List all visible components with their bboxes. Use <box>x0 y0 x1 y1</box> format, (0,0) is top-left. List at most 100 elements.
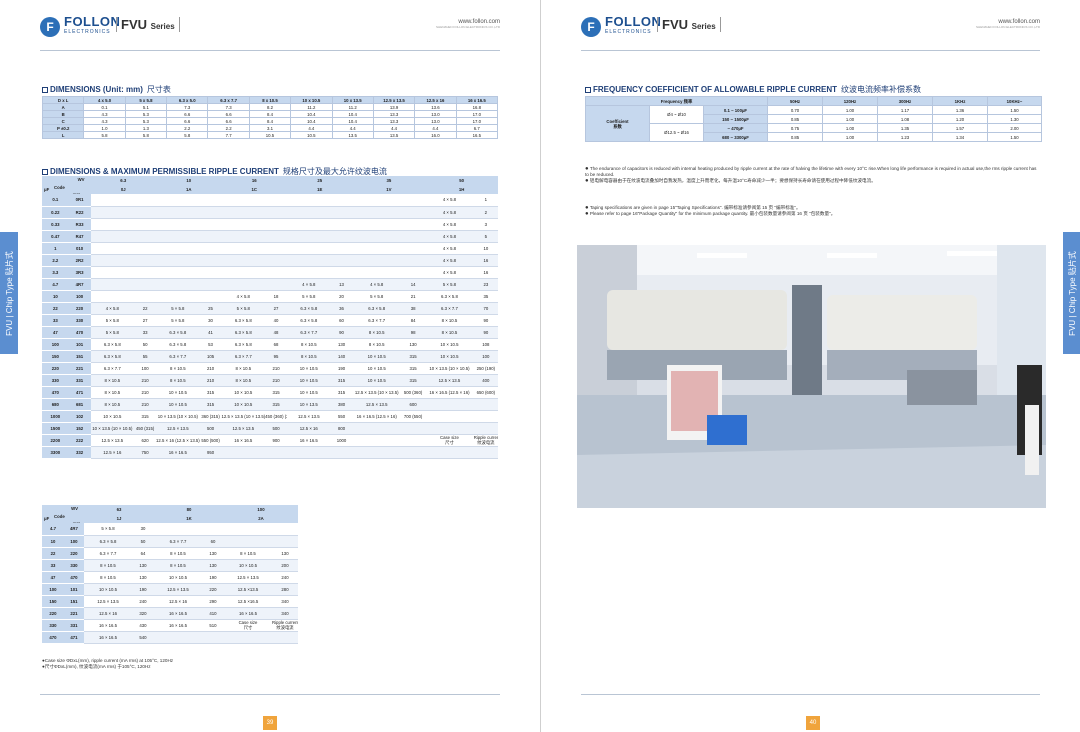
coefficient-value: 2.00 <box>987 123 1042 133</box>
capacitance-cell: 2200 <box>42 434 69 447</box>
case-size-cell: 10 × 10.5 <box>286 374 331 387</box>
follon-logo: F FOLLON ELECTRONICS <box>40 15 120 37</box>
coefficient-value: 1.08 <box>877 114 933 124</box>
ripple-current-cell: 40 <box>265 314 287 327</box>
dimensions-cell: 5.3 <box>124 110 168 118</box>
dimensions-cell: 11.2 <box>331 103 374 111</box>
dimensions-header-size: 12.5 x 13.5 <box>372 96 416 104</box>
case-size-cell: 6.3 × 7.7 <box>221 350 266 363</box>
case-size-cell: 4 × 5.8 <box>90 302 135 315</box>
ripple-current-cell: 20 <box>330 290 353 303</box>
cap-code-cell: 220 <box>64 547 84 560</box>
dimensions-title-en: DIMENSIONS (Unit: mm) <box>50 85 143 94</box>
case-size-cell <box>156 290 200 303</box>
coefficient-value: 1.20 <box>932 114 988 124</box>
logo-mark-icon: F <box>40 16 60 37</box>
case-size-cell: 6.3 × 5.8 <box>90 338 135 351</box>
capacitance-cell: 100 <box>42 583 64 596</box>
frequency-row: Ø12.5 ~ Ø16 ~ 470µF 0.75 1.00 1.35 1.57 2.00 <box>586 123 1042 142</box>
t1-row: 470 471 8 × 10.5 210 10 × 10.5 315 10 × 10.5 31… <box>42 386 498 399</box>
note-package: ● Please refer to page 16"Package Quanti… <box>585 211 836 217</box>
capacitance-cell: 22 <box>42 547 64 560</box>
t1-row: 0.47 R47 4 × 5.8 5 <box>42 230 498 243</box>
case-size-cell: 6.3 × 5.8 <box>156 338 200 351</box>
ripple-current-cell <box>265 194 287 207</box>
case-size-cell: 6.3 × 7.7 <box>156 350 200 363</box>
case-size-cell <box>352 194 401 207</box>
t2-voltage-header: 63 <box>84 505 154 514</box>
t1-voltage-header: 16 <box>221 176 287 185</box>
case-size-cell: 12.5 × 13.5 <box>84 595 132 608</box>
case-size-cell: 10 × 13.5 (10 × 10.5) <box>425 362 474 375</box>
ripple-current-cell: 23 <box>473 278 498 291</box>
ripple-current-cell <box>199 230 222 243</box>
t2-voltage-header: 80 <box>154 505 224 514</box>
t1-row: 2200 222 12.5 × 13.5 620 12.5 × 16 (12.5 × 1… <box>42 434 498 447</box>
t2-row: 470 471 16 × 16.5 540 <box>42 631 299 644</box>
capacitance-cell: 47 <box>42 326 69 339</box>
dimensions-cell: 5.3 <box>124 117 168 125</box>
cap-code-cell: 681 <box>68 398 91 411</box>
t1-voltage-header: 35 <box>352 176 426 185</box>
case-size-cell: 8 × 10.5 <box>90 374 135 387</box>
coefficient-value: 0.75 <box>767 123 823 133</box>
ripple-current-cell <box>134 242 156 255</box>
capacitance-cell: 22 <box>42 302 69 315</box>
ripple-current-cell <box>265 254 287 267</box>
t1-voltage-header: 10 <box>156 176 222 185</box>
dimensions-cell: 6.6 <box>207 117 250 125</box>
case-size-cell <box>352 242 401 255</box>
dimensions-cell: 5.8 <box>166 131 209 139</box>
cap-code-cell: 151 <box>68 350 91 363</box>
dimensions-cell: 6.6 <box>207 110 250 118</box>
ripple-current-cell <box>473 398 498 411</box>
case-size-cell <box>221 254 266 267</box>
ripple-title-en: DIMENSIONS & MAXIMUM PERMISSIBLE RIPPLE … <box>50 167 279 176</box>
case-size-cell: 12.5 × 13.5 <box>221 422 266 435</box>
case-size-cell: 4 × 5.8 <box>352 278 401 291</box>
ripple-current-cell <box>400 242 426 255</box>
ripple-current-cell: 190 <box>132 583 154 596</box>
ripple-current-cell: 16 <box>473 266 498 279</box>
dimensions-header-size: 12.5 x 16 <box>414 96 457 104</box>
ripple-current-cell: 315 <box>330 386 353 399</box>
case-size-cell: 4 × 5.8 <box>425 242 474 255</box>
ripple-current-cell <box>400 230 426 243</box>
case-size-cell: 6.3 × 5.8 <box>425 290 474 303</box>
case-size-cell <box>352 446 401 459</box>
case-size-cell: 6.3 × 5.8 <box>90 350 135 363</box>
frequency-header: 10KHz~ <box>987 96 1042 106</box>
corner-code: Code <box>54 185 65 190</box>
ripple-current-cell: 550 <box>330 410 353 423</box>
case-size-cell: 10 × 10.5 <box>221 398 266 411</box>
case-size-cell: 10 × 10.5 <box>286 362 331 375</box>
t1-row: 150 151 6.3 × 5.8 55 6.3 × 7.7 105 6.3 × 7.7 95… <box>42 350 498 363</box>
dimensions-cell: 13.0 <box>414 117 457 125</box>
ripple-current-cell: 53 <box>199 338 222 351</box>
t1-row: 22 220 4 × 5.8 22 5 × 5.8 25 5 × 5.8 27 6.3 × 5.… <box>42 302 498 315</box>
dimensions-cell: 8.2 <box>248 103 292 111</box>
dimensions-cell: 16.8 <box>455 103 499 111</box>
cap-code-cell: R33 <box>68 218 91 231</box>
website-subtitle: SHENZHEN FOLLON ELECTRONICS CO.,LTD <box>976 25 1040 29</box>
ripple-current-cell: 1 <box>473 194 498 207</box>
case-size-cell <box>156 230 200 243</box>
ripple-current-cell: 315 <box>265 398 287 411</box>
case-size-cell: 6.3 × 7.7 <box>352 314 401 327</box>
t2-voltage-row: WV CodeμF 代码 6380100 <box>42 505 299 523</box>
t1-row: 330 331 8 × 10.5 210 8 × 10.5 210 8 × 10.5 210 1… <box>42 374 498 387</box>
factory-production-line-photo <box>577 245 1046 508</box>
case-size-cell: 10 × 10.5 <box>221 386 266 399</box>
case-size-cell <box>156 218 200 231</box>
note-endurance: ● The endurance of capacitors is reduced… <box>585 166 1037 177</box>
dimensions-header-size: 16 x 16.5 <box>455 96 499 104</box>
case-size-cell: 16 × 16.5 <box>286 434 331 447</box>
ripple-current-cell: 430 <box>132 619 154 632</box>
ripple-current-cell: 190 <box>202 571 224 584</box>
case-size-cell <box>221 242 266 255</box>
frequency-title: FREQUENCY COEFFICIENT OF ALLOWABLE RIPPL… <box>585 84 921 95</box>
ripple-current-cell <box>400 434 426 447</box>
case-size-cell: 8 × 10.5 <box>154 559 202 572</box>
ripple-current-cell: 90 <box>473 326 498 339</box>
case-size-cell: 8 × 10.5 <box>352 326 401 339</box>
